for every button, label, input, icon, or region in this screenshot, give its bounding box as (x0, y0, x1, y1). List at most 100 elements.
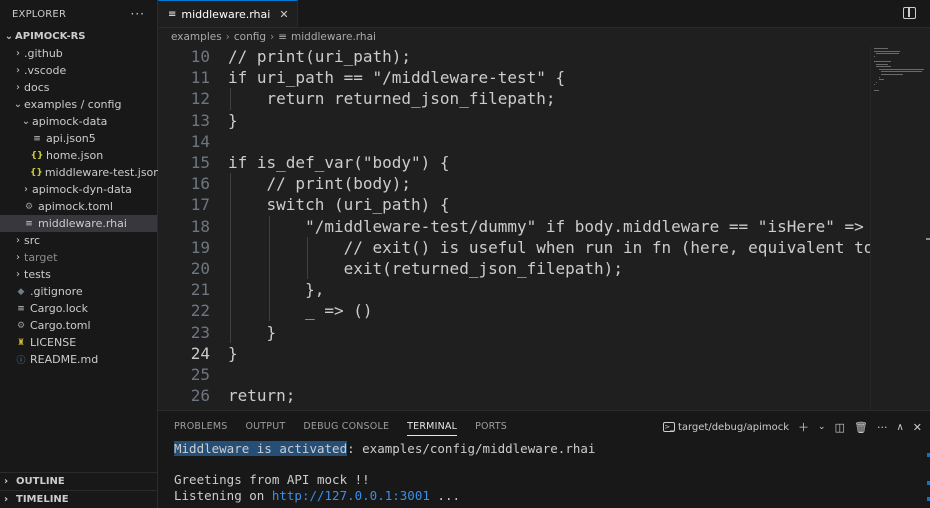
code-line: 20 exit(returned_json_filepath); (158, 257, 870, 280)
tree-item[interactable]: › .github (0, 45, 157, 62)
split-editor-icon[interactable] (903, 7, 916, 19)
terminal-line: Middleware is activated: examples/config… (174, 441, 596, 456)
tree-item[interactable]: ⚙ Cargo.toml (0, 317, 157, 334)
panel-tab-problems[interactable]: PROBLEMS (174, 421, 227, 432)
code-text: // exit() is useful when run in fn (here… (228, 237, 870, 257)
tree-item[interactable]: › apimock-dyn-data (0, 181, 157, 198)
plus-icon[interactable]: ＋ (798, 419, 809, 435)
workspace-root[interactable]: ⌄ APIMOCK-RS (0, 28, 157, 45)
tree-item[interactable]: ≡ api.json5 (0, 130, 157, 147)
tree-item[interactable]: {} home.json (0, 147, 157, 164)
minimap[interactable] (870, 46, 930, 410)
code-text: // print(uri_path); (228, 47, 412, 67)
timeline-section[interactable]: › TIMELINE (0, 490, 158, 507)
editor-tab-middleware-rhai[interactable]: ≡ middleware.rhai ✕ (158, 0, 298, 27)
json-file-icon: {} (30, 167, 43, 178)
tree-item[interactable]: ⌄ examples / config (0, 96, 157, 113)
tree-item[interactable]: ⌄ apimock-data (0, 113, 157, 130)
close-icon[interactable]: ✕ (279, 8, 288, 21)
minimap-line (874, 89, 880, 91)
split-terminal-icon[interactable]: ◫ (835, 421, 845, 434)
breadcrumb-file[interactable]: middleware.rhai (291, 31, 376, 43)
terminal-link[interactable]: http://127.0.0.1:3001 (272, 488, 430, 503)
close-panel-icon[interactable]: ✕ (913, 421, 922, 434)
tree-item[interactable]: {} middleware-test.json (0, 164, 160, 181)
panel-tab-terminal[interactable]: TERMINAL (407, 421, 458, 436)
code-text: exit(returned_json_filepath); (228, 258, 623, 278)
rhai-file-icon: ≡ (278, 31, 288, 43)
tree-item[interactable]: › docs (0, 79, 157, 96)
code-text: if uri_path == "/middleware-test" { (228, 68, 566, 88)
code-line: 19 // exit() is useful when run in fn (h… (158, 236, 870, 258)
code-text: return returned_json_filepath; (228, 89, 556, 109)
panel-tab-debug-console[interactable]: DEBUG CONSOLE (303, 421, 389, 432)
terminal-instance[interactable]: >_ target/debug/apimock (662, 422, 789, 433)
line-number: 24 (190, 343, 210, 363)
minimap-line (876, 66, 891, 68)
tree-item-label: Cargo.lock (30, 302, 88, 315)
bottom-panel: PROBLEMS OUTPUT DEBUG CONSOLE TERMINAL PORTS… (158, 410, 930, 508)
file-lines-icon: ≡ (17, 303, 25, 314)
code-line: 14 (158, 131, 870, 152)
code-line: 11 if uri_path == "/middleware-test" { (158, 67, 870, 88)
panel-tab-output[interactable]: OUTPUT (245, 421, 285, 432)
tree-item[interactable]: › target (0, 249, 157, 266)
gear-icon: ⚙ (16, 320, 26, 331)
breadcrumb-config[interactable]: config (234, 31, 266, 43)
editor-tabbar: ≡ middleware.rhai ✕ (158, 0, 930, 28)
tree-item[interactable]: ≡ middleware.rhai (0, 215, 157, 232)
terminal-line: Listening on http://127.0.0.1:3001 ... (174, 487, 460, 503)
trash-icon[interactable]: 🗑 (854, 421, 868, 434)
terminal-output[interactable]: Middleware is activated: examples/config… (174, 441, 595, 503)
tree-item[interactable]: ⚙ apimock.toml (0, 198, 157, 215)
terminal-icon: >_ (662, 422, 675, 432)
terminal-selection: Middleware is activated (174, 441, 348, 456)
code-editor[interactable]: 10 // print(uri_path); 11 if uri_path == "/… (158, 46, 870, 410)
breadcrumb-examples[interactable]: examples (171, 31, 222, 43)
tree-item[interactable]: › src (0, 232, 157, 249)
tree-item[interactable]: ≡ Cargo.lock (0, 300, 157, 317)
more-actions-icon[interactable]: ··· (131, 7, 145, 21)
code-line: 10 // print(uri_path); (158, 46, 870, 67)
line-number: 13 (190, 110, 210, 130)
tree-item-label: middleware.rhai (38, 217, 127, 230)
panel-actions: >_ target/debug/apimock ＋ ⌄ ◫ 🗑 ··· ∧ ✕ (662, 419, 922, 435)
minimap-line (878, 76, 881, 78)
chevron-right-icon: › (16, 269, 20, 280)
line-number: 11 (190, 68, 210, 88)
panel-tab-ports[interactable]: PORTS (475, 421, 507, 432)
tree-item[interactable]: ⓘ README.md (0, 351, 157, 368)
outline-label: OUTLINE (16, 475, 65, 487)
outline-section[interactable]: › OUTLINE (0, 472, 158, 489)
tree-item-label: apimock.toml (38, 200, 113, 213)
code-line: 24} (158, 343, 870, 364)
info-icon: ⓘ (16, 356, 26, 366)
minimap-line (876, 53, 899, 55)
tree-item-label: home.json (46, 149, 104, 162)
gear-icon: ⚙ (24, 201, 34, 212)
tree-item[interactable]: › tests (0, 266, 157, 283)
editor-area: ≡ middleware.rhai ✕ examples › config › … (158, 0, 930, 410)
line-number: 25 (190, 364, 210, 384)
chevron-down-icon[interactable]: ⌄ (818, 422, 826, 432)
tree-item-label: .github (24, 47, 63, 60)
code-line: 22 _ => () (158, 300, 870, 322)
file-tree: ⌄ APIMOCK-RS › .github › .vscode › docs ⌄ examp… (0, 28, 160, 368)
code-line: 26 return; (158, 385, 870, 406)
maximize-panel-icon[interactable]: ∧ (896, 422, 903, 433)
more-icon[interactable]: ··· (877, 421, 888, 434)
code-text: return; (228, 386, 296, 406)
tree-item[interactable]: › .vscode (0, 62, 157, 79)
line-number: 23 (190, 322, 210, 342)
tree-item[interactable]: ♜ LICENSE (0, 334, 157, 351)
breadcrumb: examples › config › ≡ middleware.rhai (158, 28, 930, 46)
tree-item[interactable]: ◆ .gitignore (0, 283, 157, 300)
line-number: 18 (190, 216, 210, 236)
tab-label: middleware.rhai (181, 7, 271, 21)
chevron-right-icon: › (270, 31, 275, 43)
chevron-down-icon: ⌄ (21, 116, 31, 127)
terminal-line: Greetings from API mock !! (174, 472, 370, 487)
minimap-line (874, 48, 889, 49)
chevron-right-icon: › (24, 184, 28, 195)
code-line: 23 } (158, 321, 870, 343)
